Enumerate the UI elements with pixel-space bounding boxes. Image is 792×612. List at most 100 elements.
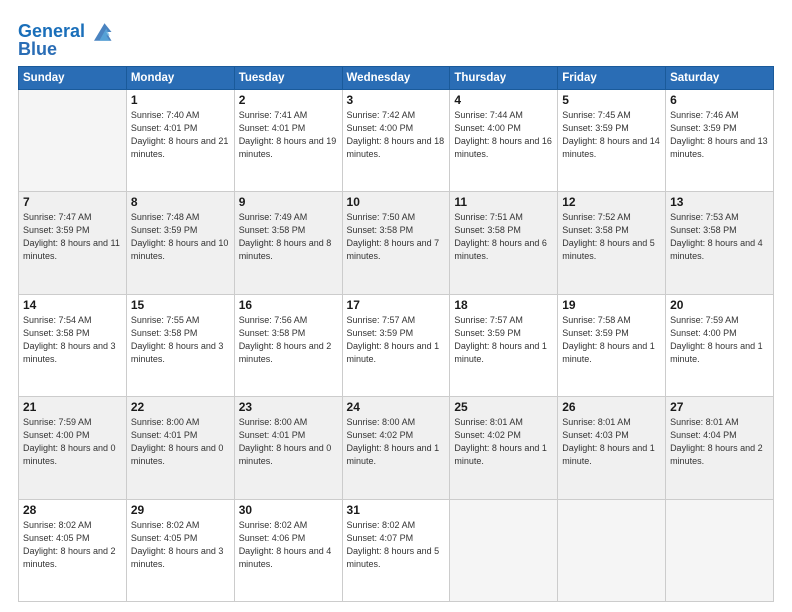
- calendar-cell: 30 Sunrise: 8:02 AM Sunset: 4:06 PM Dayli…: [234, 499, 342, 601]
- day-number: 12: [562, 195, 661, 209]
- calendar-cell: 3 Sunrise: 7:42 AM Sunset: 4:00 PM Daylig…: [342, 89, 450, 191]
- weekday-header-row: SundayMondayTuesdayWednesdayThursdayFrid…: [19, 66, 774, 89]
- day-number: 8: [131, 195, 230, 209]
- day-content: Sunrise: 7:46 AM Sunset: 3:59 PM Dayligh…: [670, 109, 769, 161]
- calendar-cell: 10Sunrise: 7:50 AM Sunset: 3:58 PM Dayli…: [342, 192, 450, 294]
- day-number: 20: [670, 298, 769, 312]
- day-content: Sunrise: 7:58 AM Sunset: 3:59 PM Dayligh…: [562, 314, 661, 366]
- page: General Blue SundayMondayTuesdayWednesda…: [0, 0, 792, 612]
- weekday-header-saturday: Saturday: [666, 66, 774, 89]
- day-number: 15: [131, 298, 230, 312]
- calendar-cell: 20 Sunrise: 7:59 AM Sunset: 4:00 PM Dayli…: [666, 294, 774, 396]
- day-number: 11: [454, 195, 553, 209]
- day-number: 4: [454, 93, 553, 107]
- day-number: 25: [454, 400, 553, 414]
- day-number: 23: [239, 400, 338, 414]
- weekday-header-tuesday: Tuesday: [234, 66, 342, 89]
- calendar-week-row-3: 14 Sunrise: 7:54 AM Sunset: 3:58 PM Dayli…: [19, 294, 774, 396]
- calendar-week-row-4: 21Sunrise: 7:59 AM Sunset: 4:00 PM Dayli…: [19, 397, 774, 499]
- calendar-cell: 8 Sunrise: 7:48 AM Sunset: 3:59 PM Daylig…: [126, 192, 234, 294]
- calendar-cell: [19, 89, 127, 191]
- calendar-week-row-2: 7 Sunrise: 7:47 AM Sunset: 3:59 PM Daylig…: [19, 192, 774, 294]
- day-number: 19: [562, 298, 661, 312]
- calendar-cell: 9 Sunrise: 7:49 AM Sunset: 3:58 PM Daylig…: [234, 192, 342, 294]
- calendar-cell: 15Sunrise: 7:55 AM Sunset: 3:58 PM Dayli…: [126, 294, 234, 396]
- calendar-cell: 17 Sunrise: 7:57 AM Sunset: 3:59 PM Dayli…: [342, 294, 450, 396]
- day-number: 16: [239, 298, 338, 312]
- day-number: 29: [131, 503, 230, 517]
- day-number: 2: [239, 93, 338, 107]
- day-number: 1: [131, 93, 230, 107]
- calendar-cell: 28 Sunrise: 8:02 AM Sunset: 4:05 PM Dayli…: [19, 499, 127, 601]
- calendar-cell: [558, 499, 666, 601]
- day-content: Sunrise: 7:48 AM Sunset: 3:59 PM Dayligh…: [131, 211, 230, 263]
- calendar-week-row-1: 1 Sunrise: 7:40 AM Sunset: 4:01 PM Daylig…: [19, 89, 774, 191]
- calendar-table: SundayMondayTuesdayWednesdayThursdayFrid…: [18, 66, 774, 602]
- day-content: Sunrise: 8:02 AM Sunset: 4:06 PM Dayligh…: [239, 519, 338, 571]
- calendar-cell: 31 Sunrise: 8:02 AM Sunset: 4:07 PM Dayli…: [342, 499, 450, 601]
- weekday-header-wednesday: Wednesday: [342, 66, 450, 89]
- calendar-cell: 27 Sunrise: 8:01 AM Sunset: 4:04 PM Dayli…: [666, 397, 774, 499]
- calendar-cell: 26Sunrise: 8:01 AM Sunset: 4:03 PM Dayli…: [558, 397, 666, 499]
- day-content: Sunrise: 7:56 AM Sunset: 3:58 PM Dayligh…: [239, 314, 338, 366]
- calendar-cell: 7 Sunrise: 7:47 AM Sunset: 3:59 PM Daylig…: [19, 192, 127, 294]
- calendar-cell: 2 Sunrise: 7:41 AM Sunset: 4:01 PM Daylig…: [234, 89, 342, 191]
- day-number: 28: [23, 503, 122, 517]
- calendar-cell: 12Sunrise: 7:52 AM Sunset: 3:58 PM Dayli…: [558, 192, 666, 294]
- day-number: 24: [347, 400, 446, 414]
- day-content: Sunrise: 8:01 AM Sunset: 4:04 PM Dayligh…: [670, 416, 769, 468]
- day-number: 9: [239, 195, 338, 209]
- calendar-cell: 24 Sunrise: 8:00 AM Sunset: 4:02 PM Dayli…: [342, 397, 450, 499]
- calendar-cell: 19 Sunrise: 7:58 AM Sunset: 3:59 PM Dayli…: [558, 294, 666, 396]
- calendar-cell: 13 Sunrise: 7:53 AM Sunset: 3:58 PM Dayli…: [666, 192, 774, 294]
- calendar-cell: [666, 499, 774, 601]
- day-number: 7: [23, 195, 122, 209]
- calendar-cell: 16 Sunrise: 7:56 AM Sunset: 3:58 PM Dayli…: [234, 294, 342, 396]
- day-content: Sunrise: 8:02 AM Sunset: 4:05 PM Dayligh…: [23, 519, 122, 571]
- calendar-cell: [450, 499, 558, 601]
- calendar-cell: 29 Sunrise: 8:02 AM Sunset: 4:05 PM Dayli…: [126, 499, 234, 601]
- calendar-cell: 14 Sunrise: 7:54 AM Sunset: 3:58 PM Dayli…: [19, 294, 127, 396]
- day-content: Sunrise: 7:54 AM Sunset: 3:58 PM Dayligh…: [23, 314, 122, 366]
- day-number: 27: [670, 400, 769, 414]
- weekday-header-sunday: Sunday: [19, 66, 127, 89]
- day-content: Sunrise: 8:02 AM Sunset: 4:07 PM Dayligh…: [347, 519, 446, 571]
- day-number: 6: [670, 93, 769, 107]
- calendar-cell: 25Sunrise: 8:01 AM Sunset: 4:02 PM Dayli…: [450, 397, 558, 499]
- day-number: 17: [347, 298, 446, 312]
- weekday-header-thursday: Thursday: [450, 66, 558, 89]
- logo-icon: [87, 18, 115, 46]
- day-number: 31: [347, 503, 446, 517]
- day-content: Sunrise: 8:01 AM Sunset: 4:03 PM Dayligh…: [562, 416, 661, 468]
- day-content: Sunrise: 8:02 AM Sunset: 4:05 PM Dayligh…: [131, 519, 230, 571]
- day-content: Sunrise: 8:00 AM Sunset: 4:01 PM Dayligh…: [239, 416, 338, 468]
- day-content: Sunrise: 7:49 AM Sunset: 3:58 PM Dayligh…: [239, 211, 338, 263]
- day-number: 30: [239, 503, 338, 517]
- calendar-cell: 21Sunrise: 7:59 AM Sunset: 4:00 PM Dayli…: [19, 397, 127, 499]
- calendar-cell: 18 Sunrise: 7:57 AM Sunset: 3:59 PM Dayli…: [450, 294, 558, 396]
- day-content: Sunrise: 7:42 AM Sunset: 4:00 PM Dayligh…: [347, 109, 446, 161]
- day-number: 3: [347, 93, 446, 107]
- day-number: 14: [23, 298, 122, 312]
- weekday-header-friday: Friday: [558, 66, 666, 89]
- day-content: Sunrise: 8:00 AM Sunset: 4:02 PM Dayligh…: [347, 416, 446, 468]
- day-number: 18: [454, 298, 553, 312]
- calendar-cell: 23 Sunrise: 8:00 AM Sunset: 4:01 PM Dayli…: [234, 397, 342, 499]
- day-content: Sunrise: 7:53 AM Sunset: 3:58 PM Dayligh…: [670, 211, 769, 263]
- day-number: 5: [562, 93, 661, 107]
- logo: General Blue: [18, 18, 115, 60]
- day-content: Sunrise: 7:59 AM Sunset: 4:00 PM Dayligh…: [23, 416, 122, 468]
- day-content: Sunrise: 7:57 AM Sunset: 3:59 PM Dayligh…: [347, 314, 446, 366]
- calendar-week-row-5: 28 Sunrise: 8:02 AM Sunset: 4:05 PM Dayli…: [19, 499, 774, 601]
- day-content: Sunrise: 7:47 AM Sunset: 3:59 PM Dayligh…: [23, 211, 122, 263]
- day-content: Sunrise: 7:59 AM Sunset: 4:00 PM Dayligh…: [670, 314, 769, 366]
- day-content: Sunrise: 7:40 AM Sunset: 4:01 PM Dayligh…: [131, 109, 230, 161]
- header: General Blue: [18, 18, 774, 60]
- day-number: 13: [670, 195, 769, 209]
- day-content: Sunrise: 7:44 AM Sunset: 4:00 PM Dayligh…: [454, 109, 553, 161]
- day-content: Sunrise: 7:41 AM Sunset: 4:01 PM Dayligh…: [239, 109, 338, 161]
- calendar-cell: 4 Sunrise: 7:44 AM Sunset: 4:00 PM Daylig…: [450, 89, 558, 191]
- day-content: Sunrise: 7:51 AM Sunset: 3:58 PM Dayligh…: [454, 211, 553, 263]
- weekday-header-monday: Monday: [126, 66, 234, 89]
- day-content: Sunrise: 7:57 AM Sunset: 3:59 PM Dayligh…: [454, 314, 553, 366]
